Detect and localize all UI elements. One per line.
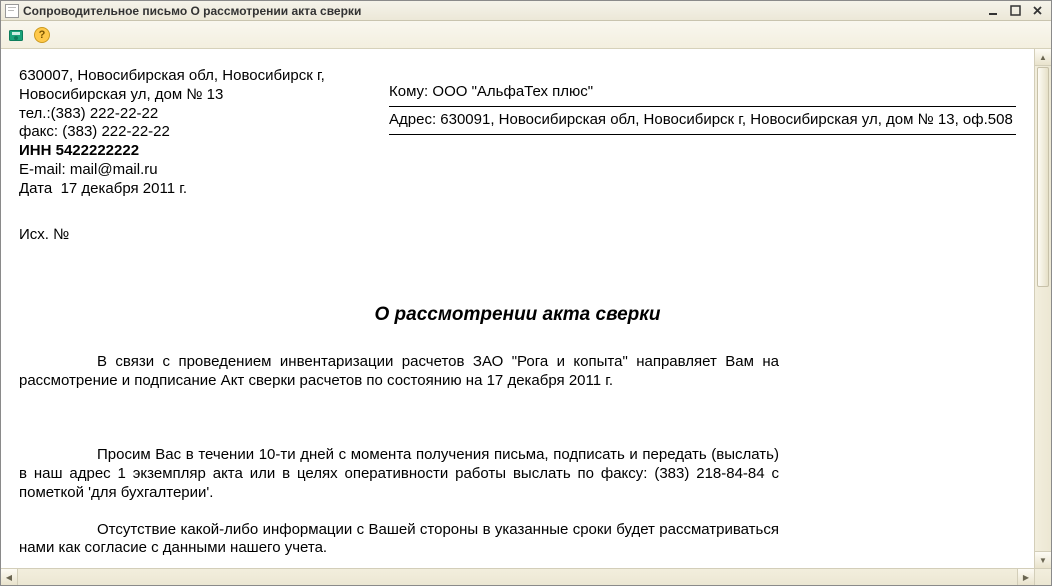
- window-titlebar: Сопроводительное письмо О рассмотрении а…: [1, 1, 1051, 21]
- toolbar: ?: [1, 21, 1051, 49]
- scroll-down-arrow-icon[interactable]: ▼: [1035, 551, 1051, 568]
- sender-address-line1: 630007, Новосибирская обл, Новосибирск г…: [19, 67, 359, 86]
- sender-block: 630007, Новосибирская обл, Новосибирск г…: [19, 67, 359, 198]
- sender-fax: факс: (383) 222-22-22: [19, 123, 359, 142]
- paragraph-1: В связи с проведением инвентаризации рас…: [19, 353, 779, 391]
- sender-address-line2: Новосибирская ул, дом № 13: [19, 86, 359, 105]
- close-button[interactable]: [1027, 4, 1047, 18]
- document-icon: [5, 4, 19, 18]
- diskette-camera-icon: [8, 27, 24, 43]
- scroll-right-arrow-icon[interactable]: ▶: [1017, 569, 1034, 585]
- document-page: 630007, Новосибирская обл, Новосибирск г…: [1, 49, 1034, 568]
- paragraph-3: Отсутствие какой-либо информации с Вашей…: [19, 521, 779, 559]
- help-icon: ?: [34, 27, 50, 43]
- scroll-thumb[interactable]: [1037, 67, 1049, 287]
- vertical-scrollbar[interactable]: ▲ ▼: [1034, 49, 1051, 568]
- document-heading: О рассмотрении акта сверки: [19, 303, 1016, 327]
- sender-inn: ИНН 5422222222: [19, 142, 359, 161]
- maximize-button[interactable]: [1005, 4, 1025, 18]
- scroll-left-arrow-icon[interactable]: ◀: [1, 569, 18, 585]
- scroll-up-arrow-icon[interactable]: ▲: [1035, 49, 1051, 66]
- sender-tel: тел.:(383) 222-22-22: [19, 105, 359, 124]
- recipient-block: Кому: ООО "АльфаТех плюс" Адрес: 630091,…: [389, 67, 1016, 198]
- outgoing-number: Исх. №: [19, 226, 1016, 245]
- minimize-button[interactable]: [983, 4, 1003, 18]
- paragraph-2: Просим Вас в течении 10-ти дней с момент…: [19, 446, 779, 502]
- help-button[interactable]: ?: [31, 24, 53, 46]
- horizontal-scrollbar[interactable]: ◀ ▶: [1, 568, 1034, 585]
- scroll-corner: [1034, 568, 1051, 585]
- document-viewport: 630007, Новосибирская обл, Новосибирск г…: [1, 49, 1051, 585]
- recipient-to: Кому: ООО "АльфаТех плюс": [389, 81, 1016, 107]
- sender-date: Дата 17 декабря 2011 г.: [19, 180, 359, 199]
- window-title: Сопроводительное письмо О рассмотрении а…: [23, 4, 979, 18]
- sender-email: E-mail: mail@mail.ru: [19, 161, 359, 180]
- recipient-address: Адрес: 630091, Новосибирская обл, Новоси…: [389, 109, 1016, 135]
- save-to-disk-button[interactable]: [5, 24, 27, 46]
- document-body: В связи с проведением инвентаризации рас…: [19, 353, 779, 558]
